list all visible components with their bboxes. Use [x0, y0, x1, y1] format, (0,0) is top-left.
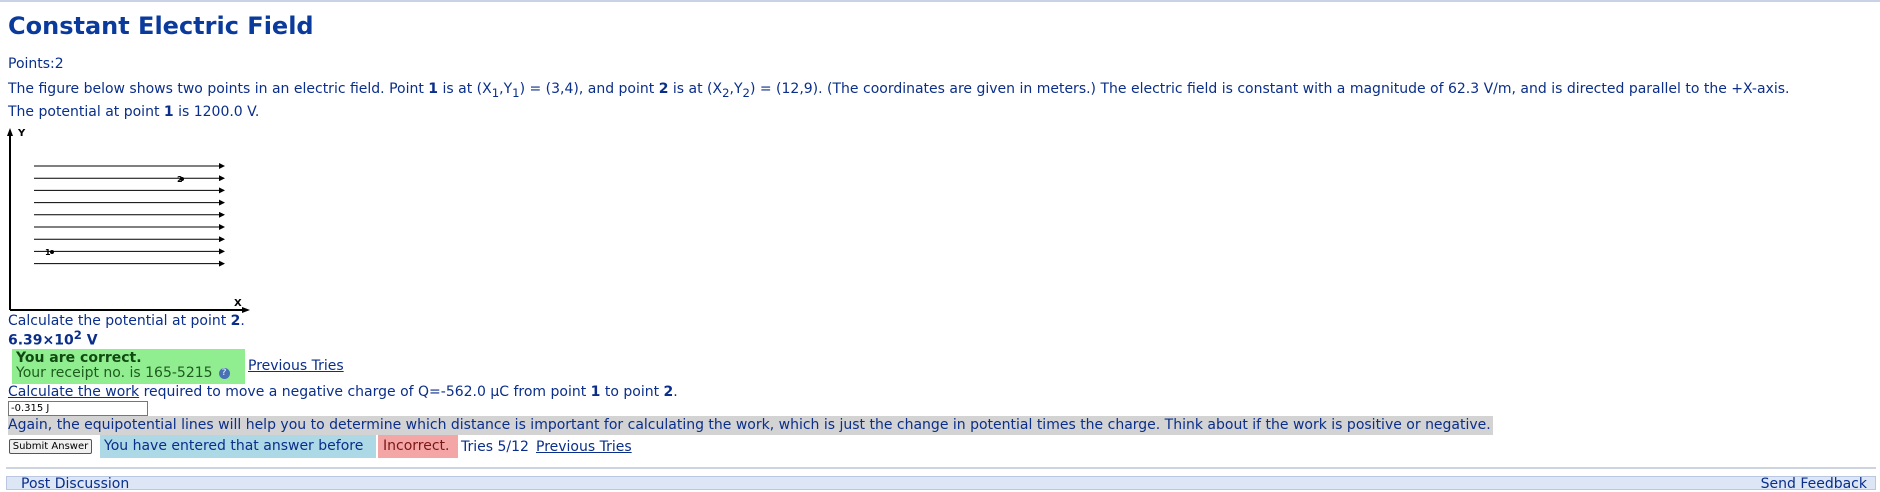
x-axis-label: X	[234, 298, 242, 309]
post-discussion-link[interactable]: Post Discussion	[21, 476, 129, 492]
problem-statement: The figure below shows two points in an …	[8, 81, 1790, 120]
send-feedback-link[interactable]: Send Feedback	[1761, 476, 1867, 492]
entered-before-message: You have entered that answer before	[100, 435, 376, 458]
field-lines	[34, 163, 225, 267]
point-2-marker	[180, 177, 184, 181]
problem-page: Constant Electric Field Points:2 The fig…	[0, 0, 1880, 492]
discussion-bar: Post Discussion Send Feedback	[6, 476, 1876, 492]
correct-feedback: You are correct. Your receipt no. is 165…	[12, 349, 245, 384]
y-axis-arrow	[7, 128, 13, 136]
bottom-divider	[6, 467, 1876, 469]
receipt-line: Your receipt no. is 165-5215?	[16, 366, 243, 381]
points-label: Points:2	[8, 56, 64, 72]
previous-tries-link-part1[interactable]: Previous Tries	[248, 358, 344, 374]
part1-answer: 6.39×102 V	[8, 328, 98, 349]
answer-input[interactable]	[8, 401, 148, 416]
previous-tries-link-part2[interactable]: Previous Tries	[536, 439, 632, 455]
electric-field-figure: Y X 2 1	[6, 124, 256, 320]
point-1-marker	[50, 250, 54, 254]
part1-question: Calculate the potential at point 2.	[8, 313, 245, 329]
hint-text: Again, the equipotential lines will help…	[8, 416, 1493, 435]
receipt-text: Your receipt no. is 165-5215	[16, 365, 213, 381]
submit-answer-button[interactable]: Submit Answer	[9, 439, 92, 454]
top-divider	[0, 0, 1880, 2]
part2-question: Calculate the work required to move a ne…	[8, 384, 678, 400]
page-title: Constant Electric Field	[8, 12, 314, 40]
field-diagram: Y X 2 1	[7, 128, 250, 313]
correct-title: You are correct.	[16, 350, 142, 366]
help-icon[interactable]: ?	[218, 367, 230, 379]
work-link[interactable]: Calculate the work	[8, 384, 139, 400]
y-axis-label: Y	[17, 128, 26, 139]
tries-count: Tries 5/12	[461, 439, 529, 455]
incorrect-badge: Incorrect.	[378, 435, 458, 458]
